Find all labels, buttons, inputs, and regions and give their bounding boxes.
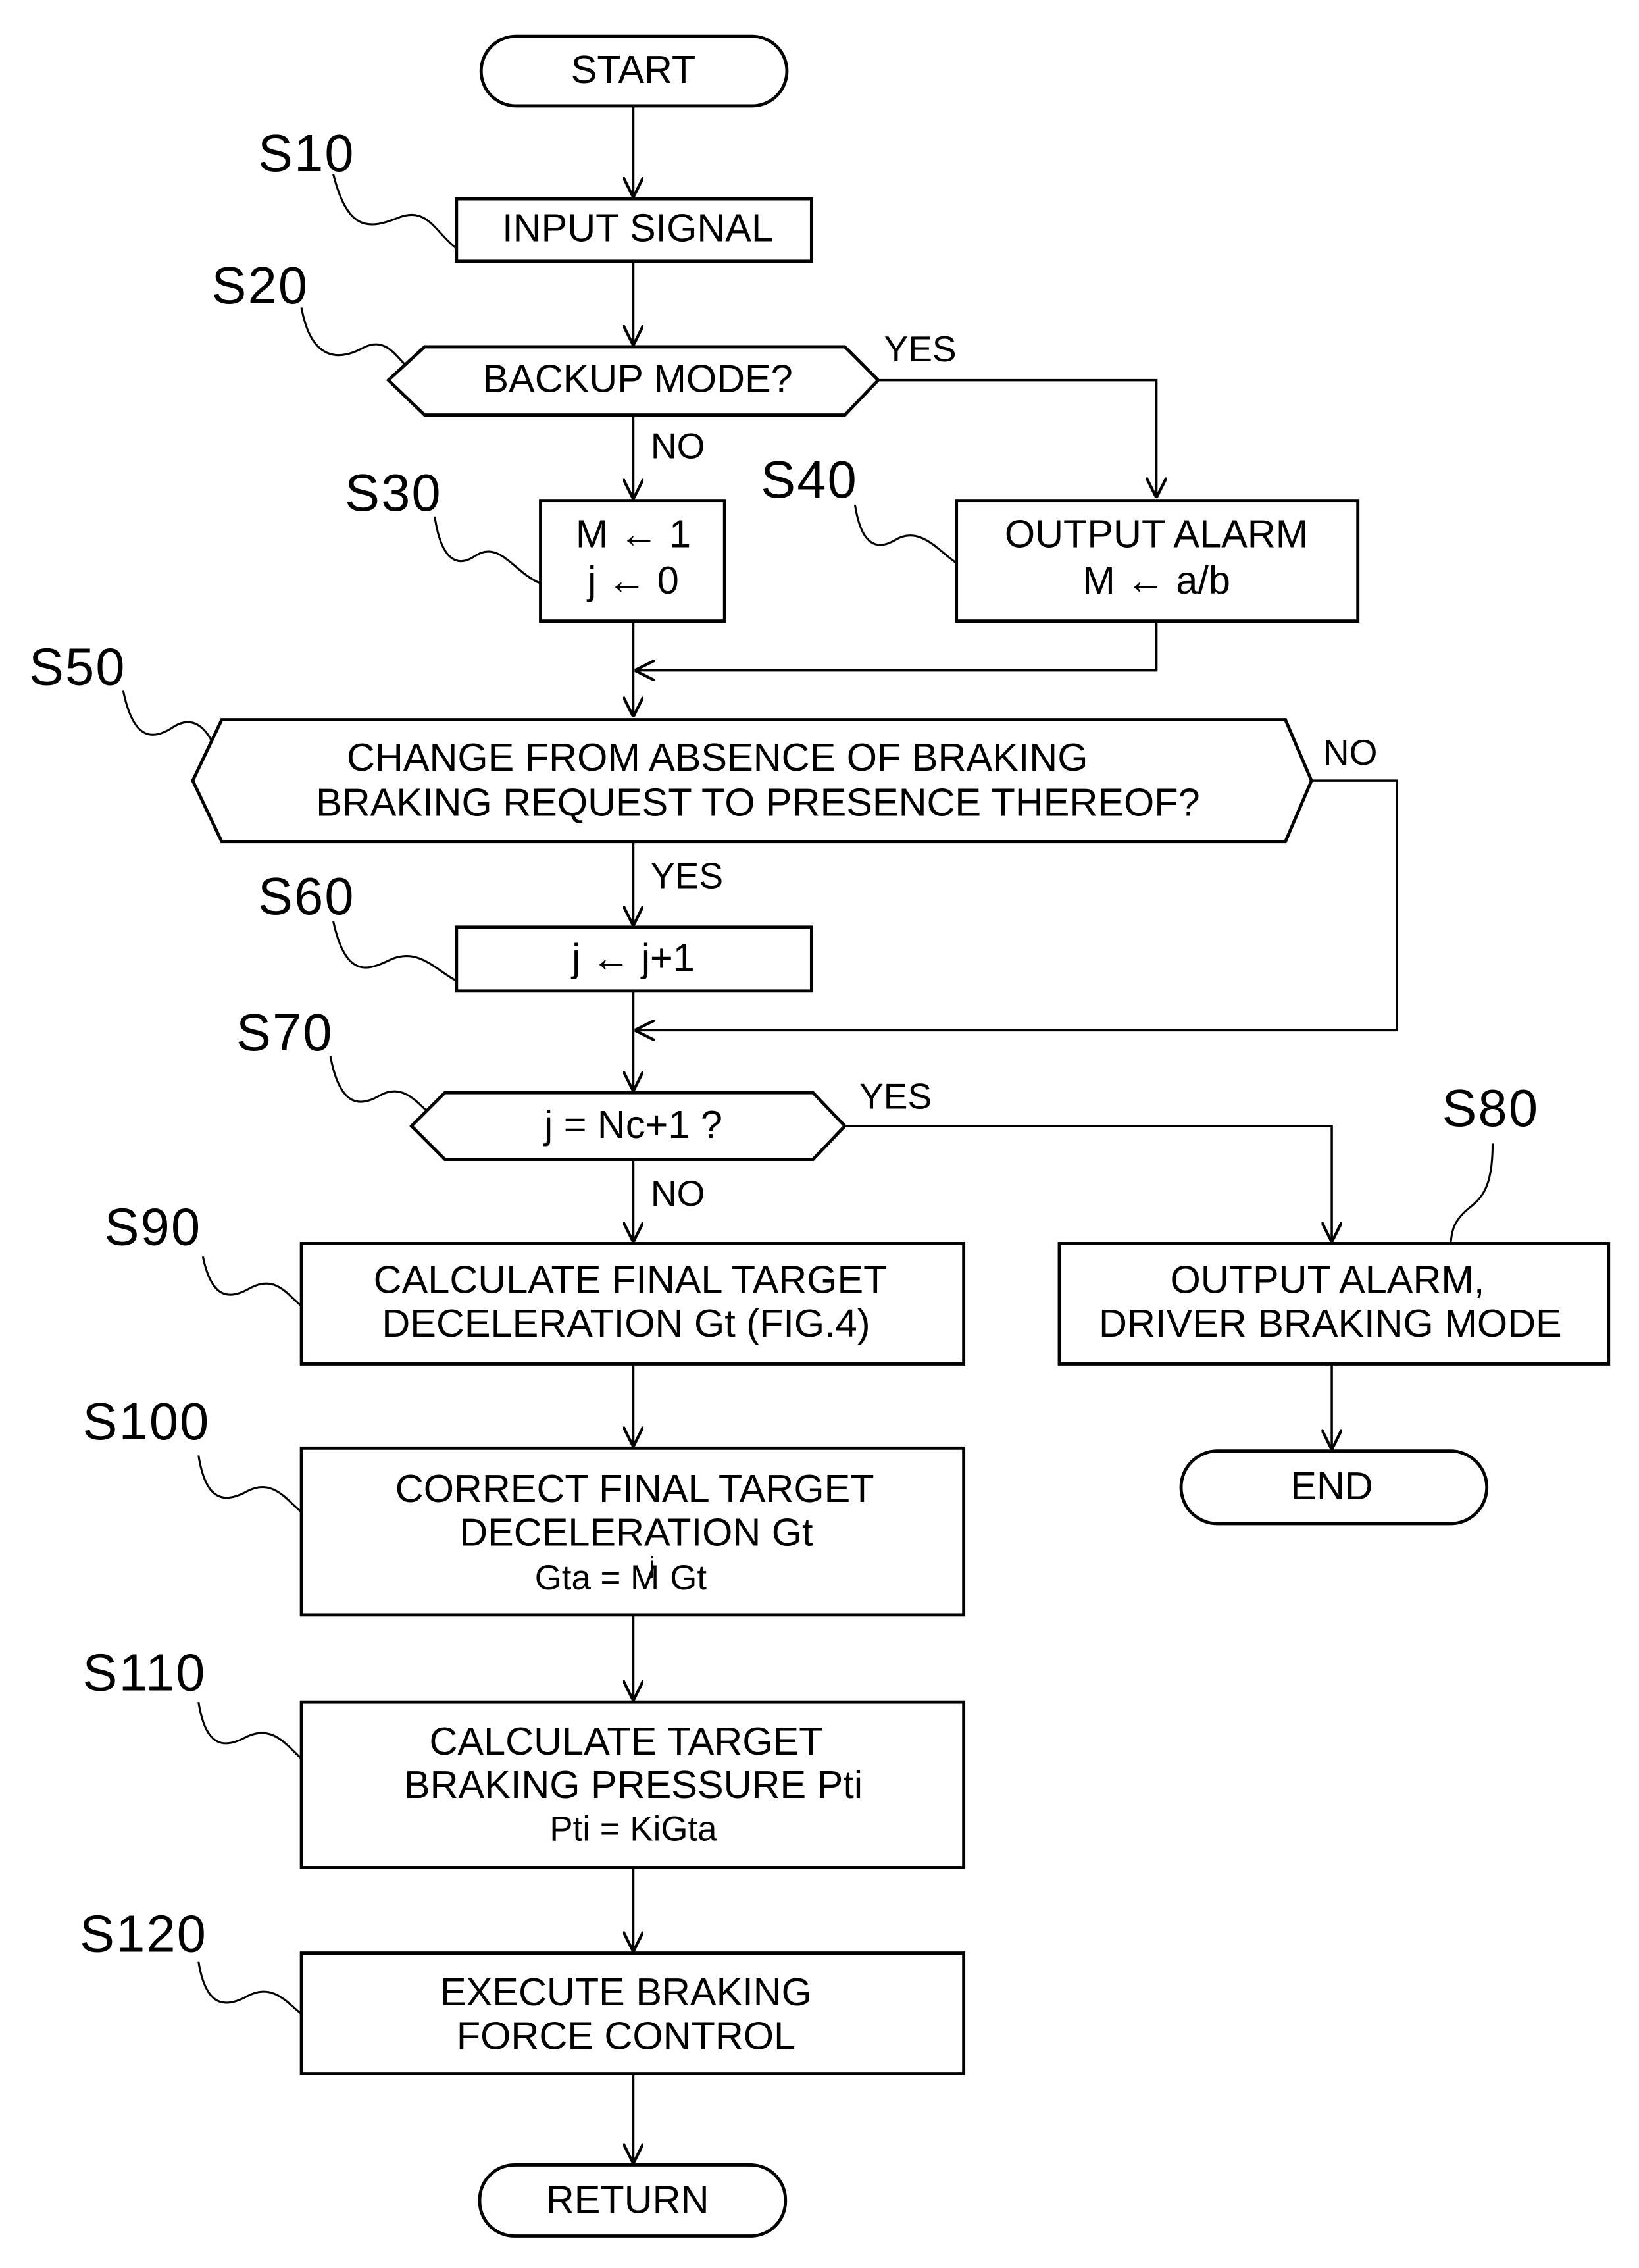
- step-label-s50: S50: [29, 638, 126, 696]
- step-s80-line2: DRIVER BRAKING MODE: [1099, 1301, 1562, 1345]
- leader-line: [201, 1256, 303, 1307]
- step-label-s110: S110: [83, 1643, 207, 1701]
- step-s100-formula-tail: Gt: [670, 1559, 707, 1597]
- step-s50-line2: BRAKING REQUEST TO PRESENCE THEREOF?: [316, 780, 1200, 824]
- step-s40-box: OUTPUT ALARM M ← a/b: [955, 499, 1360, 623]
- step-s30-box: M ← 1 j ← 0: [539, 499, 726, 623]
- step-s30-line2: j ← 0: [586, 558, 679, 602]
- leader-line: [329, 1056, 432, 1116]
- step-s110-formula: Pti = KiGta: [549, 1809, 717, 1848]
- flowchart: START S10 INPUT SIGNAL S20 BACKUP MODE? …: [29, 34, 1611, 2238]
- leader-line: [332, 921, 457, 982]
- start-terminal: START: [479, 34, 789, 108]
- step-s120-line2: FORCE CONTROL: [457, 2013, 795, 2057]
- step-s40-line2: M ← a/b: [1082, 558, 1230, 602]
- step-s20-text: BACKUP MODE?: [482, 357, 792, 401]
- step-label-s20: S20: [212, 256, 309, 315]
- step-s120-line1: EXECUTE BRAKING: [440, 1970, 812, 2014]
- step-s60-text: j ← j+1: [570, 935, 695, 979]
- step-s40-line1: OUTPUT ALARM: [1005, 511, 1308, 555]
- leader-line: [122, 690, 218, 755]
- leader-line: [197, 1701, 303, 1760]
- no-label: NO: [651, 1173, 705, 1214]
- step-s50-decision: CHANGE FROM ABSENCE OF BRAKING BRAKING R…: [191, 718, 1313, 844]
- step-label-s80: S80: [1442, 1079, 1539, 1137]
- yes-label: YES: [884, 328, 957, 369]
- step-s90-box: CALCULATE FINAL TARGET DECELERATION Gt (…: [299, 1242, 966, 1366]
- step-s80-box: OUTPUT ALARM, DRIVER BRAKING MODE: [1057, 1242, 1611, 1366]
- no-label: NO: [651, 426, 705, 467]
- connector-yes: [845, 1125, 1332, 1243]
- step-s60-box: j ← j+1: [455, 925, 813, 993]
- step-s90-line2: DECELERATION Gt (FIG.4): [382, 1301, 870, 1345]
- connector-yes: [878, 378, 1157, 498]
- end-label: END: [1290, 1464, 1373, 1508]
- leader-line: [434, 516, 542, 584]
- step-s70-text: j = Nc+1 ?: [543, 1102, 722, 1147]
- connector-merge: [634, 621, 1158, 671]
- no-label: NO: [1323, 732, 1378, 773]
- step-s90-line1: CALCULATE FINAL TARGET: [374, 1258, 888, 1302]
- step-label-s70: S70: [236, 1003, 334, 1062]
- leader-line: [332, 174, 459, 251]
- step-label-s60: S60: [258, 867, 355, 925]
- leader-line: [853, 505, 957, 564]
- leader-line: [197, 1455, 303, 1513]
- step-label-s40: S40: [761, 450, 858, 509]
- step-s10-box: INPUT SIGNAL: [455, 197, 813, 263]
- step-label-s100: S100: [83, 1392, 211, 1451]
- step-s10-text: INPUT SIGNAL: [502, 205, 773, 249]
- return-terminal: RETURN: [478, 2163, 788, 2238]
- step-s120-box: EXECUTE BRAKING FORCE CONTROL: [299, 1951, 966, 2075]
- leader-line: [300, 307, 414, 373]
- step-s100-line1: CORRECT FINAL TARGET: [395, 1466, 874, 1510]
- step-s80-line1: OUTPUT ALARM,: [1171, 1258, 1485, 1302]
- step-s50-line1: CHANGE FROM ABSENCE OF BRAKING: [347, 735, 1088, 779]
- step-s110-line1: CALCULATE TARGET: [429, 1719, 822, 1763]
- step-s70-decision: j = Nc+1 ?: [409, 1091, 847, 1162]
- return-label: RETURN: [546, 2177, 709, 2221]
- step-label-s10: S10: [258, 124, 355, 182]
- leader-line: [197, 1961, 303, 2015]
- yes-label: YES: [651, 855, 723, 896]
- leader-line: [1450, 1143, 1494, 1244]
- step-s110-box: CALCULATE TARGET BRAKING PRESSURE Pti Pt…: [299, 1700, 966, 1869]
- step-s100-formula: Gta = M: [535, 1559, 659, 1597]
- step-label-s120: S120: [80, 1904, 207, 1963]
- step-s100-line2: DECELERATION Gt: [459, 1510, 813, 1554]
- step-s20-decision: BACKUP MODE?: [386, 345, 881, 417]
- end-terminal: END: [1179, 1449, 1489, 1526]
- step-s30-line1: M ← 1: [576, 511, 691, 555]
- step-s100-box: CORRECT FINAL TARGET DECELERATION Gt Gta…: [299, 1446, 966, 1617]
- step-label-s90: S90: [105, 1198, 202, 1256]
- step-label-s30: S30: [345, 463, 442, 522]
- step-s100-exponent: j: [649, 1551, 655, 1579]
- yes-label: YES: [859, 1075, 932, 1116]
- step-s110-line2: BRAKING PRESSURE Pti: [404, 1763, 863, 1807]
- start-label: START: [571, 47, 695, 91]
